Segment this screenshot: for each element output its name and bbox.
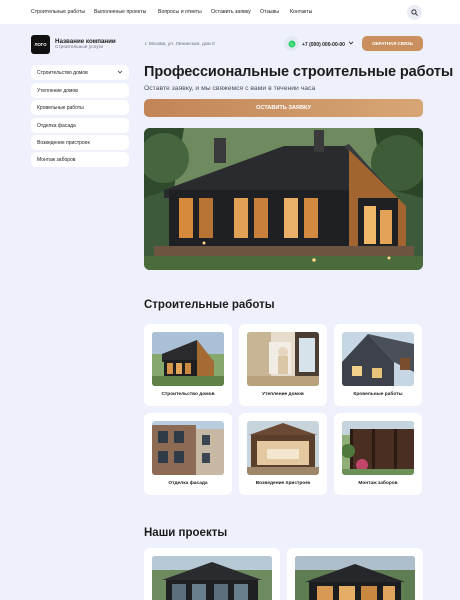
company-logo[interactable]: ЛОГО [31,35,50,54]
chevron-down-icon [117,70,123,74]
service-card-extensions[interactable]: Возведение пристроек [239,413,327,495]
company-tagline: Строительные услуги [55,45,104,50]
company-address: г. Москва, ул. Ленинская, дом 0 [145,42,215,47]
sidebar-item-label: Возведение пристроек [37,139,90,146]
projects-section-title: Наши проекты [144,527,228,539]
service-image [247,421,319,475]
service-label: Возведение пристроек [255,481,311,486]
page-subtitle: Оставте заявку, и мы свяжемся с вами в т… [144,85,316,92]
project-image [295,556,415,600]
nav-link-construction[interactable]: Строительные работы [31,9,85,15]
page-title: Профессиональные строительные работы [144,64,454,80]
service-card-house-building[interactable]: Строительство домов [144,324,232,406]
service-image [342,421,414,475]
sidebar-item-label: Монтаж заборов [37,156,76,163]
service-label: Кровельные работы [353,392,403,397]
service-image [152,332,224,386]
submit-request-button[interactable]: ОСТАВИТЬ ЗАЯВКУ [144,99,423,117]
search-icon [411,9,418,16]
service-card-facade[interactable]: Отделка фасада [144,413,232,495]
service-image [342,332,414,386]
nav-link-request[interactable]: Оставить заявку [211,9,251,15]
sidebar-item-fences[interactable]: Монтаж заборов [31,152,129,167]
service-label: Строительство домов [161,392,215,397]
service-card-insulation[interactable]: Утепление домов [239,324,327,406]
service-card-roofing[interactable]: Кровельные работы [334,324,422,406]
nav-link-faq[interactable]: Вопросы и ответы [158,9,202,15]
service-card-fences[interactable]: Монтаж заборов [334,413,422,495]
service-label: Монтаж заборов [358,481,398,486]
search-button[interactable] [407,5,422,20]
hero-house-image [144,128,423,270]
works-section-title: Строительные работы [144,299,275,311]
service-image [247,332,319,386]
whatsapp-button[interactable] [284,36,299,51]
nav-link-reviews[interactable]: Отзывы [260,9,279,15]
top-navigation: Строительные работы Выполненые проекты В… [0,0,460,24]
callback-button[interactable]: ОБРАТНАЯ СВЯЗЬ [362,36,423,51]
project-image [152,556,272,600]
service-image [152,421,224,475]
sidebar-item-roofing[interactable]: Кровельные работы [31,100,129,115]
service-label: Утепление домов [262,392,304,397]
project-card[interactable] [287,548,423,600]
sidebar-item-insulation[interactable]: Утепление домов [31,83,129,98]
sidebar-item-facade[interactable]: Отделка фасада [31,118,129,133]
chevron-down-icon[interactable] [348,40,354,46]
nav-link-projects[interactable]: Выполненые проекты [94,9,146,15]
sidebar-item-label: Кровельные работы [37,104,84,111]
nav-link-contacts[interactable]: Контакты [290,9,312,15]
sidebar-item-label: Утепление домов [37,87,78,94]
service-label: Отделка фасада [168,481,208,486]
company-name: Название компании [55,38,116,45]
project-card[interactable] [144,548,280,600]
sidebar-item-house-building[interactable]: Строительство домов [31,65,129,80]
sidebar-item-extensions[interactable]: Возведение пристроек [31,135,129,150]
phone-number[interactable]: +7 (000) 000-00-00 [302,42,345,48]
sidebar-item-label: Строительство домов [37,69,88,76]
sidebar-item-label: Отделка фасада [37,122,76,129]
whatsapp-icon [288,40,295,47]
